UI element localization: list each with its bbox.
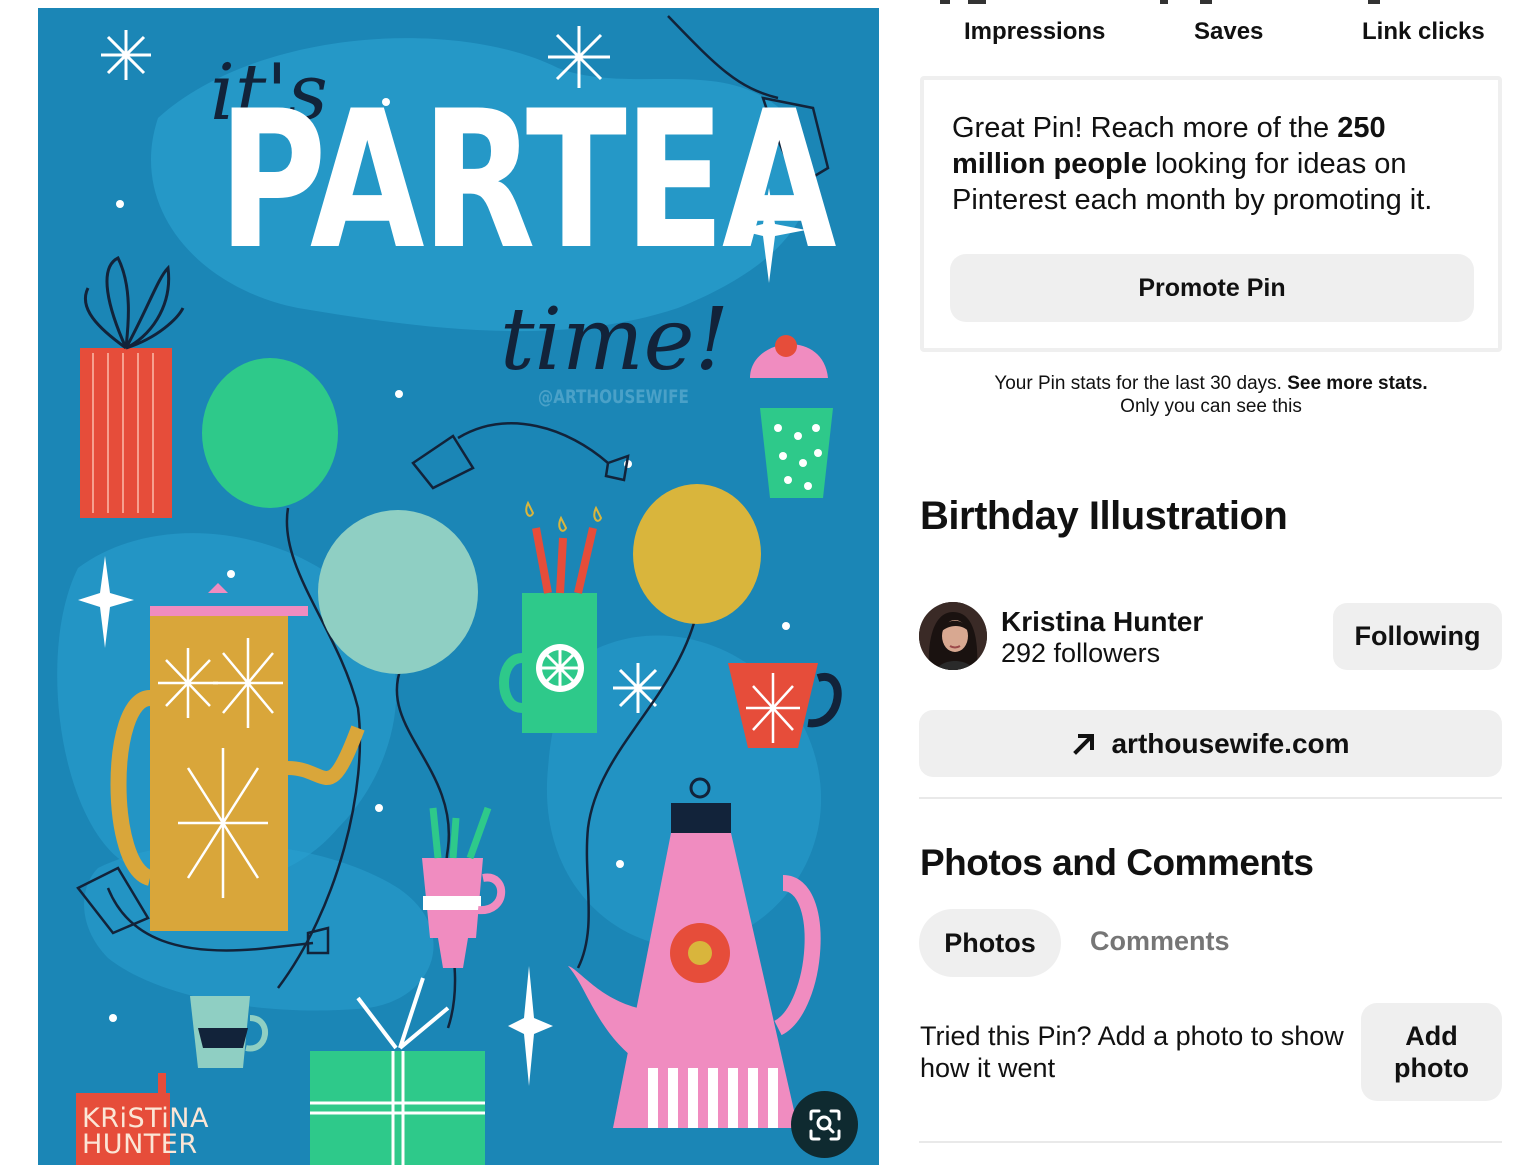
stats-note-text: Your Pin stats for the last 30 days. <box>994 373 1288 394</box>
creator-name[interactable]: Kristina Hunter <box>1001 606 1203 638</box>
art-signature: KRiSTiNA HUNTER <box>82 1105 209 1160</box>
stat-value-cutoff <box>968 0 986 8</box>
promote-card: Great Pin! Reach more of the 250 million… <box>920 76 1502 352</box>
following-button[interactable]: Following <box>1333 603 1502 670</box>
arrow-up-right-icon <box>1073 733 1095 755</box>
art-signature-line2: HUNTER <box>82 1129 198 1160</box>
art-text-time: time! <box>500 290 730 390</box>
stats-note-privacy: Only you can see this <box>1120 396 1302 417</box>
visual-search-button[interactable] <box>791 1091 858 1158</box>
add-photo-button[interactable]: Add photo <box>1361 1003 1502 1101</box>
stat-value-cutoff <box>940 0 950 8</box>
avatar-photo <box>919 602 987 670</box>
section-divider <box>919 797 1502 799</box>
stat-value-cutoff <box>1200 0 1212 8</box>
stats-note: Your Pin stats for the last 30 days. See… <box>920 372 1502 418</box>
stat-label-saves: Saves <box>1194 18 1264 45</box>
stat-value-cutoff <box>1160 0 1168 8</box>
tried-pin-prompt: Tried this Pin? Add a photo to show how … <box>920 1021 1344 1083</box>
tab-photos[interactable]: Photos <box>919 909 1061 977</box>
tab-comments[interactable]: Comments <box>1090 926 1230 957</box>
promote-message: Great Pin! Reach more of the 250 million… <box>952 110 1472 218</box>
art-text-title: PARTEA <box>218 70 837 291</box>
section-divider <box>919 1141 1502 1143</box>
art-text-credit: @ARTHOUSEWIFE <box>538 386 689 408</box>
stat-value-cutoff <box>1368 0 1380 8</box>
pin-title: Birthday Illustration <box>920 494 1288 538</box>
website-label: arthousewife.com <box>1111 727 1350 759</box>
stat-label-impressions: Impressions <box>964 18 1106 45</box>
photos-comments-title: Photos and Comments <box>920 842 1314 883</box>
see-more-stats-link[interactable]: See more stats. <box>1287 373 1427 394</box>
promote-pin-button[interactable]: Promote Pin <box>950 254 1474 322</box>
creator-followers: 292 followers <box>1001 638 1161 668</box>
promote-text-pre: Great Pin! Reach more of the <box>952 112 1338 144</box>
website-link-button[interactable]: arthousewife.com <box>919 710 1502 777</box>
visual-search-icon <box>809 1109 840 1140</box>
creator-avatar[interactable] <box>919 602 987 670</box>
stat-label-link-clicks: Link clicks <box>1362 18 1485 45</box>
pin-image[interactable]: it's PARTEA time! @ARTHOUSEWIFE KRiSTiNA… <box>38 8 879 1165</box>
